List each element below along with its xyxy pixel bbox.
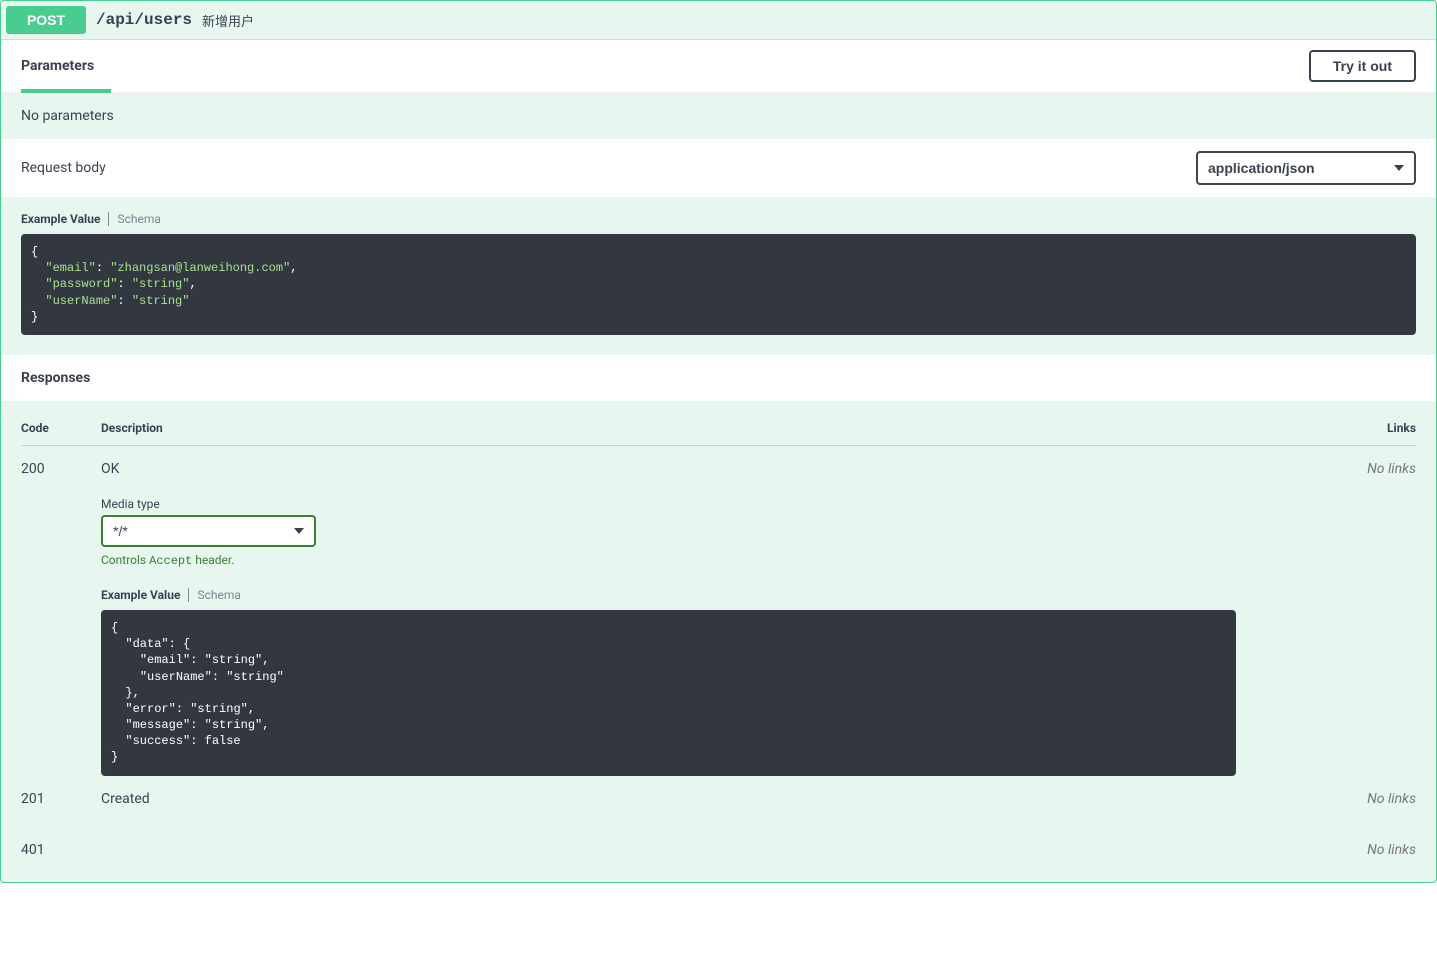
tab-schema[interactable]: Schema [197,588,240,602]
response-description-cell: Created [101,791,1316,827]
response-example: { "data": { "email": "string", "userName… [101,610,1236,776]
request-body-header: Request body application/json [1,139,1436,197]
parameters-header: Parameters Try it out [1,40,1436,93]
response-code: 200 [21,461,101,776]
operation-description: 新增用户 [202,11,254,30]
responses-table: Code Description Links 200 OK Media type… [1,401,1436,882]
operation-block: POST /api/users 新增用户 Parameters Try it o… [0,0,1437,883]
media-type-select[interactable]: */* [101,515,316,547]
responses-table-head: Code Description Links [21,421,1416,446]
active-tab-indicator [21,89,111,93]
no-parameters-text: No parameters [21,108,1416,124]
tab-example-value[interactable]: Example Value [21,212,100,226]
response-description-cell [101,842,1316,862]
response-row: 201 Created No links [21,776,1416,827]
responses-header: Responses [1,355,1436,401]
operation-path: /api/users [86,11,202,29]
response-description: OK [101,461,1316,477]
response-links: No links [1316,842,1416,862]
parameters-title: Parameters [21,58,94,74]
tab-schema[interactable]: Schema [117,212,160,226]
tab-example-value[interactable]: Example Value [101,588,180,602]
media-type-label: Media type [101,497,1316,511]
request-body-example: { "email": "zhangsan@lanweihong.com", "p… [21,234,1416,335]
try-it-out-button[interactable]: Try it out [1309,50,1416,82]
col-code: Code [21,421,101,435]
response-links: No links [1316,461,1416,776]
response-links: No links [1316,791,1416,827]
col-description: Description [101,421,1316,435]
tab-divider [108,212,109,226]
response-example-tabs: Example Value Schema [101,588,1316,602]
response-code: 401 [21,842,101,862]
response-row: 200 OK Media type */* Controls Accept he… [21,446,1416,776]
media-type-select-wrapper: */* [101,515,316,547]
parameters-body: No parameters [1,93,1436,139]
tab-divider [188,588,189,602]
col-links: Links [1316,421,1416,435]
content-type-select-wrapper: application/json [1196,151,1416,185]
http-method-badge: POST [6,6,86,34]
request-body-label: Request body [21,160,106,176]
response-code: 201 [21,791,101,827]
content-type-select[interactable]: application/json [1196,151,1416,185]
response-row: 401 No links [21,827,1416,862]
operation-summary[interactable]: POST /api/users 新增用户 [1,1,1436,40]
response-description: Created [101,791,1316,807]
controls-accept-text: Controls Accept header. [101,553,1316,568]
request-example-tabs: Example Value Schema [1,197,1436,234]
response-description-cell: OK Media type */* Controls Accept header… [101,461,1316,776]
responses-title: Responses [21,370,1416,386]
